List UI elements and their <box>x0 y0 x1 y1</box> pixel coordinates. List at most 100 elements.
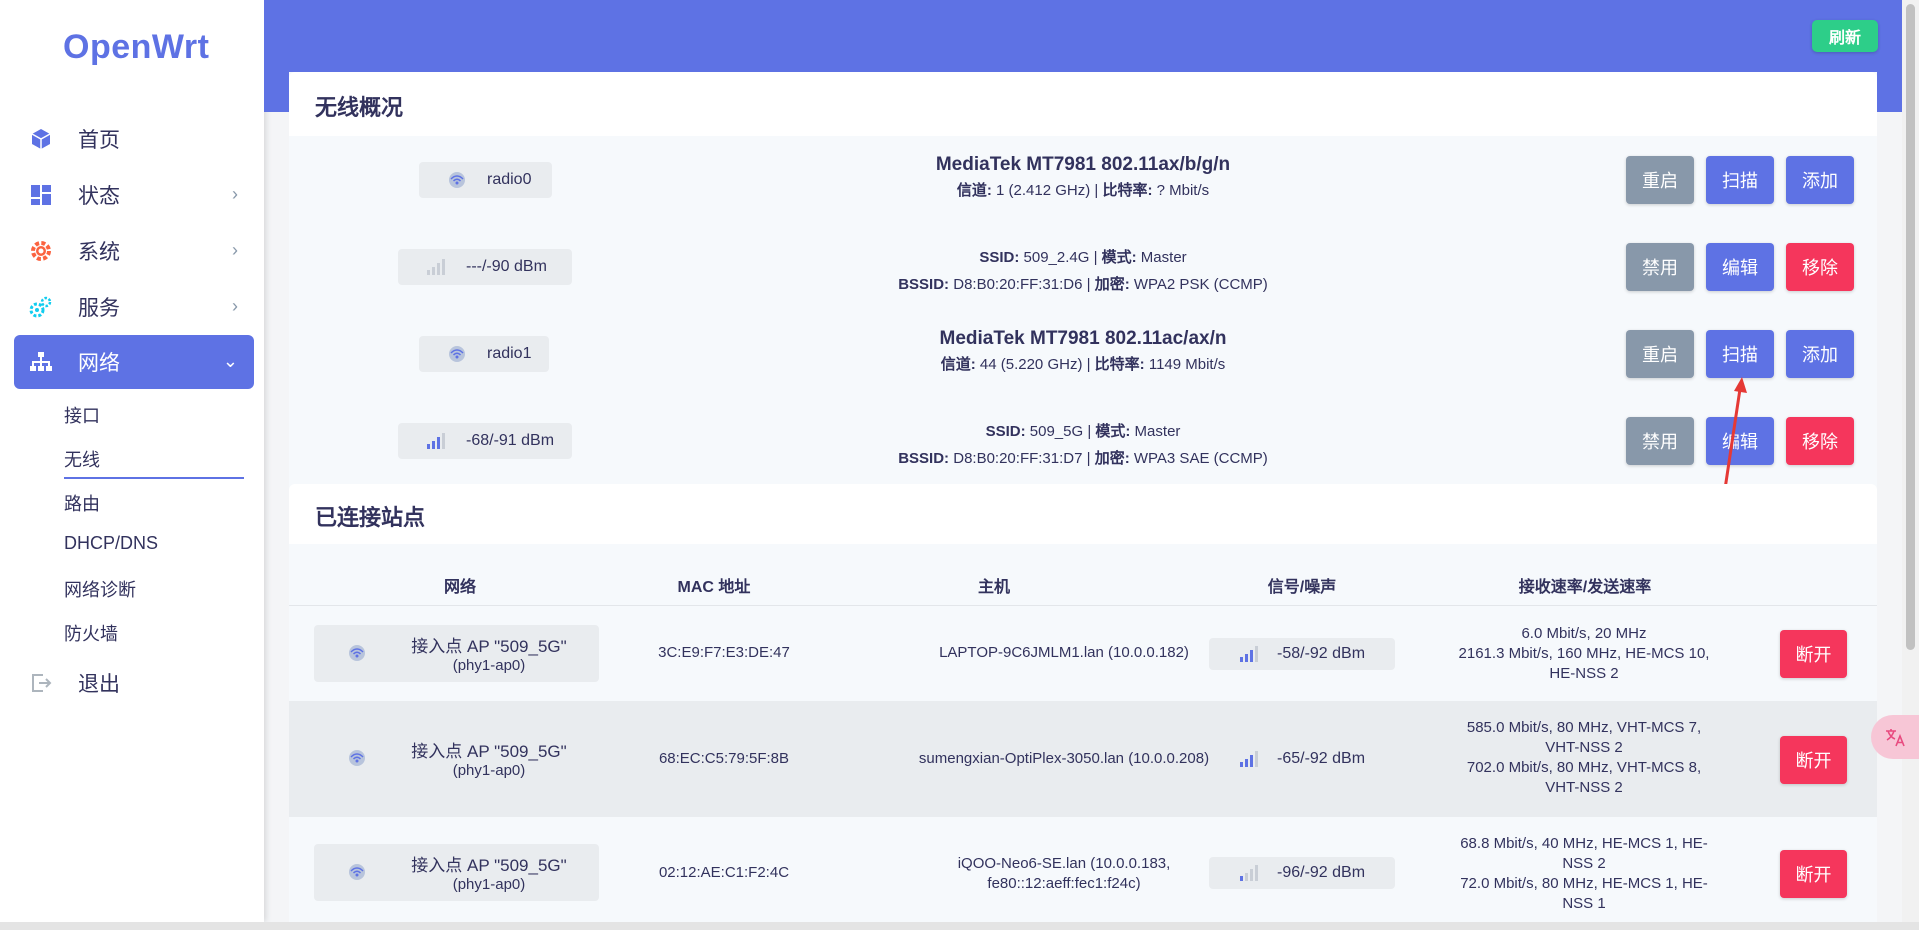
wifi-icon <box>346 862 370 882</box>
radio-row: radio0 MediaTek MT7981 802.11ax/b/g/n 信道… <box>289 136 1877 223</box>
disconnect-button[interactable]: 断开 <box>1780 850 1847 898</box>
network-cell: 接入点 AP "509_5G" (phy1-ap0) <box>314 844 599 901</box>
signal-icon <box>1240 751 1258 767</box>
sidebar-item-label: 系统 <box>78 241 120 264</box>
disconnect-button[interactable]: 断开 <box>1780 736 1847 784</box>
page-scrollbar[interactable] <box>1902 0 1919 922</box>
wifi-icon <box>445 170 469 190</box>
radio-badge: radio0 <box>419 162 552 198</box>
radio-name: radio0 <box>487 171 532 188</box>
signal-cell: -65/-92 dBm <box>1209 743 1395 775</box>
signal-value: -68/-91 dBm <box>466 432 555 449</box>
disconnect-button[interactable]: 断开 <box>1780 630 1847 678</box>
sidebar-item-label: 退出 <box>78 673 120 696</box>
signal-value: -58/-92 dBm <box>1277 645 1366 662</box>
network-name: 接入点 AP "509_5G" <box>411 742 567 761</box>
remove-button[interactable]: 移除 <box>1786 417 1854 465</box>
scrollbar-thumb[interactable] <box>1906 4 1915 650</box>
signal-icon <box>1240 865 1258 881</box>
radio-info: MediaTek MT7981 802.11ax/b/g/n 信道: 1 (2.… <box>733 154 1433 200</box>
mac-address: 3C:E9:F7:E3:DE:47 <box>658 644 790 661</box>
chevron-right-icon: › <box>232 184 238 204</box>
refresh-button[interactable]: 刷新 <box>1812 20 1878 52</box>
signal-badge: ---/-90 dBm <box>398 249 572 285</box>
restart-button[interactable]: 重启 <box>1626 330 1694 378</box>
network-info: SSID: 509_5G | 模式: Master BSSID: D8:B0:2… <box>733 417 1433 468</box>
network-cell: 接入点 AP "509_5G" (phy1-ap0) <box>314 730 599 787</box>
signal-icon <box>424 257 448 277</box>
bssid-line: BSSID: D8:B0:20:FF:31:D6 | 加密: WPA2 PSK … <box>898 276 1268 293</box>
ssid-line: SSID: 509_5G | 模式: Master <box>985 423 1181 440</box>
col-header-host: 主机 <box>977 579 1010 596</box>
radio-badge: radio1 <box>419 336 549 372</box>
col-header-mac: MAC 地址 <box>677 579 751 596</box>
scan-button[interactable]: 扫描 <box>1706 156 1774 204</box>
sidebar-sub-dhcp[interactable]: DHCP/DNS <box>64 533 158 554</box>
chevron-down-icon: ⌄ <box>222 351 238 371</box>
network-info: SSID: 509_2.4G | 模式: Master BSSID: D8:B0… <box>733 243 1433 294</box>
panel-title: 无线概况 <box>315 95 404 120</box>
sidebar-item-logout[interactable]: 退出 <box>14 656 254 710</box>
panel-header: 无线概况 <box>289 72 1877 136</box>
sidebar-item-network[interactable]: 网络 ⌄ <box>14 335 254 389</box>
chevron-right-icon: › <box>232 296 238 316</box>
rate-cell: 6.0 Mbit/s, 20 MHz 2161.3 Mbit/s, 160 MH… <box>1458 625 1710 682</box>
col-header-rate: 接收速率/发送速率 <box>1518 579 1652 596</box>
wireless-overview-panel: 无线概况 radio0 MediaTek MT7981 802.11ax/b/g… <box>289 72 1877 484</box>
rate-cell: 585.0 Mbit/s, 80 MHz, VHT-MCS 7, VHT-NSS… <box>1466 719 1702 796</box>
active-sub-indicator <box>64 477 244 479</box>
edit-button[interactable]: 编辑 <box>1706 243 1774 291</box>
app-logo[interactable]: OpenWrt <box>63 28 209 67</box>
logout-icon <box>28 670 54 696</box>
panel-header: 已连接站点 <box>289 484 1877 544</box>
sidebar-sub-routes[interactable]: 路由 <box>64 490 100 516</box>
mac-address: 02:12:AE:C1:F2:4C <box>658 864 790 881</box>
sidebar-item-label: 服务 <box>78 297 120 320</box>
signal-icon <box>1240 646 1258 662</box>
window-bottom-edge <box>0 922 1919 930</box>
signal-value: ---/-90 dBm <box>466 258 547 275</box>
sidebar-sub-wireless[interactable]: 无线 <box>64 446 100 472</box>
add-button[interactable]: 添加 <box>1786 156 1854 204</box>
disable-button[interactable]: 禁用 <box>1626 243 1694 291</box>
ssid-line: SSID: 509_2.4G | 模式: Master <box>979 249 1187 266</box>
panel-title: 已连接站点 <box>315 505 426 530</box>
radio-details: 信道: 44 (5.220 GHz) | 比特率: 1149 Mbit/s <box>940 356 1226 373</box>
add-button[interactable]: 添加 <box>1786 330 1854 378</box>
network-name: 接入点 AP "509_5G" <box>411 637 567 656</box>
disable-button[interactable]: 禁用 <box>1626 417 1694 465</box>
radio-row: radio1 MediaTek MT7981 802.11ac/ax/n 信道:… <box>289 310 1877 397</box>
signal-cell: -58/-92 dBm <box>1209 638 1395 670</box>
table-row: 接入点 AP "509_5G" (phy1-ap0) 3C:E9:F7:E3:D… <box>289 606 1877 701</box>
radio-model: MediaTek MT7981 802.11ax/b/g/n <box>935 154 1231 175</box>
signal-value: -96/-92 dBm <box>1277 864 1366 881</box>
radio-name: radio1 <box>487 345 532 362</box>
sidebar-sub-firewall[interactable]: 防火墙 <box>64 620 118 646</box>
sidebar: OpenWrt 首页 状态 › 系统 › 服务 › 网络 ⌄ 接口 无线 路由 … <box>0 0 264 922</box>
table-row: 接入点 AP "509_5G" (phy1-ap0) 68:EC:C5:79:5… <box>289 701 1877 817</box>
chevron-right-icon: › <box>232 240 238 260</box>
scan-button[interactable]: 扫描 <box>1706 330 1774 378</box>
sidebar-item-status[interactable]: 状态 › <box>14 168 254 222</box>
dashboard-icon <box>28 182 54 208</box>
sidebar-sub-interfaces[interactable]: 接口 <box>64 402 100 428</box>
wifi-icon <box>445 344 469 364</box>
sidebar-item-label: 首页 <box>78 129 120 152</box>
radio-model: MediaTek MT7981 802.11ac/ax/n <box>939 328 1227 349</box>
sidebar-item-services[interactable]: 服务 › <box>14 280 254 334</box>
network-cell: 接入点 AP "509_5G" (phy1-ap0) <box>314 625 599 682</box>
restart-button[interactable]: 重启 <box>1626 156 1694 204</box>
sidebar-sub-diagnostics[interactable]: 网络诊断 <box>64 576 136 602</box>
network-iface: (phy1-ap0) <box>452 657 526 674</box>
translate-icon[interactable] <box>1871 715 1919 759</box>
remove-button[interactable]: 移除 <box>1786 243 1854 291</box>
col-header-signal: 信号/噪声 <box>1267 579 1337 596</box>
signal-cell: -96/-92 dBm <box>1209 857 1395 889</box>
wifi-icon <box>346 748 370 768</box>
network-row: -68/-91 dBm SSID: 509_5G | 模式: Master BS… <box>289 397 1877 484</box>
radio-details: 信道: 1 (2.412 GHz) | 比特率: ? Mbit/s <box>956 182 1210 199</box>
sidebar-item-system[interactable]: 系统 › <box>14 224 254 278</box>
sidebar-item-home[interactable]: 首页 <box>14 112 254 166</box>
network-name: 接入点 AP "509_5G" <box>411 856 567 875</box>
cube-icon <box>28 126 54 152</box>
